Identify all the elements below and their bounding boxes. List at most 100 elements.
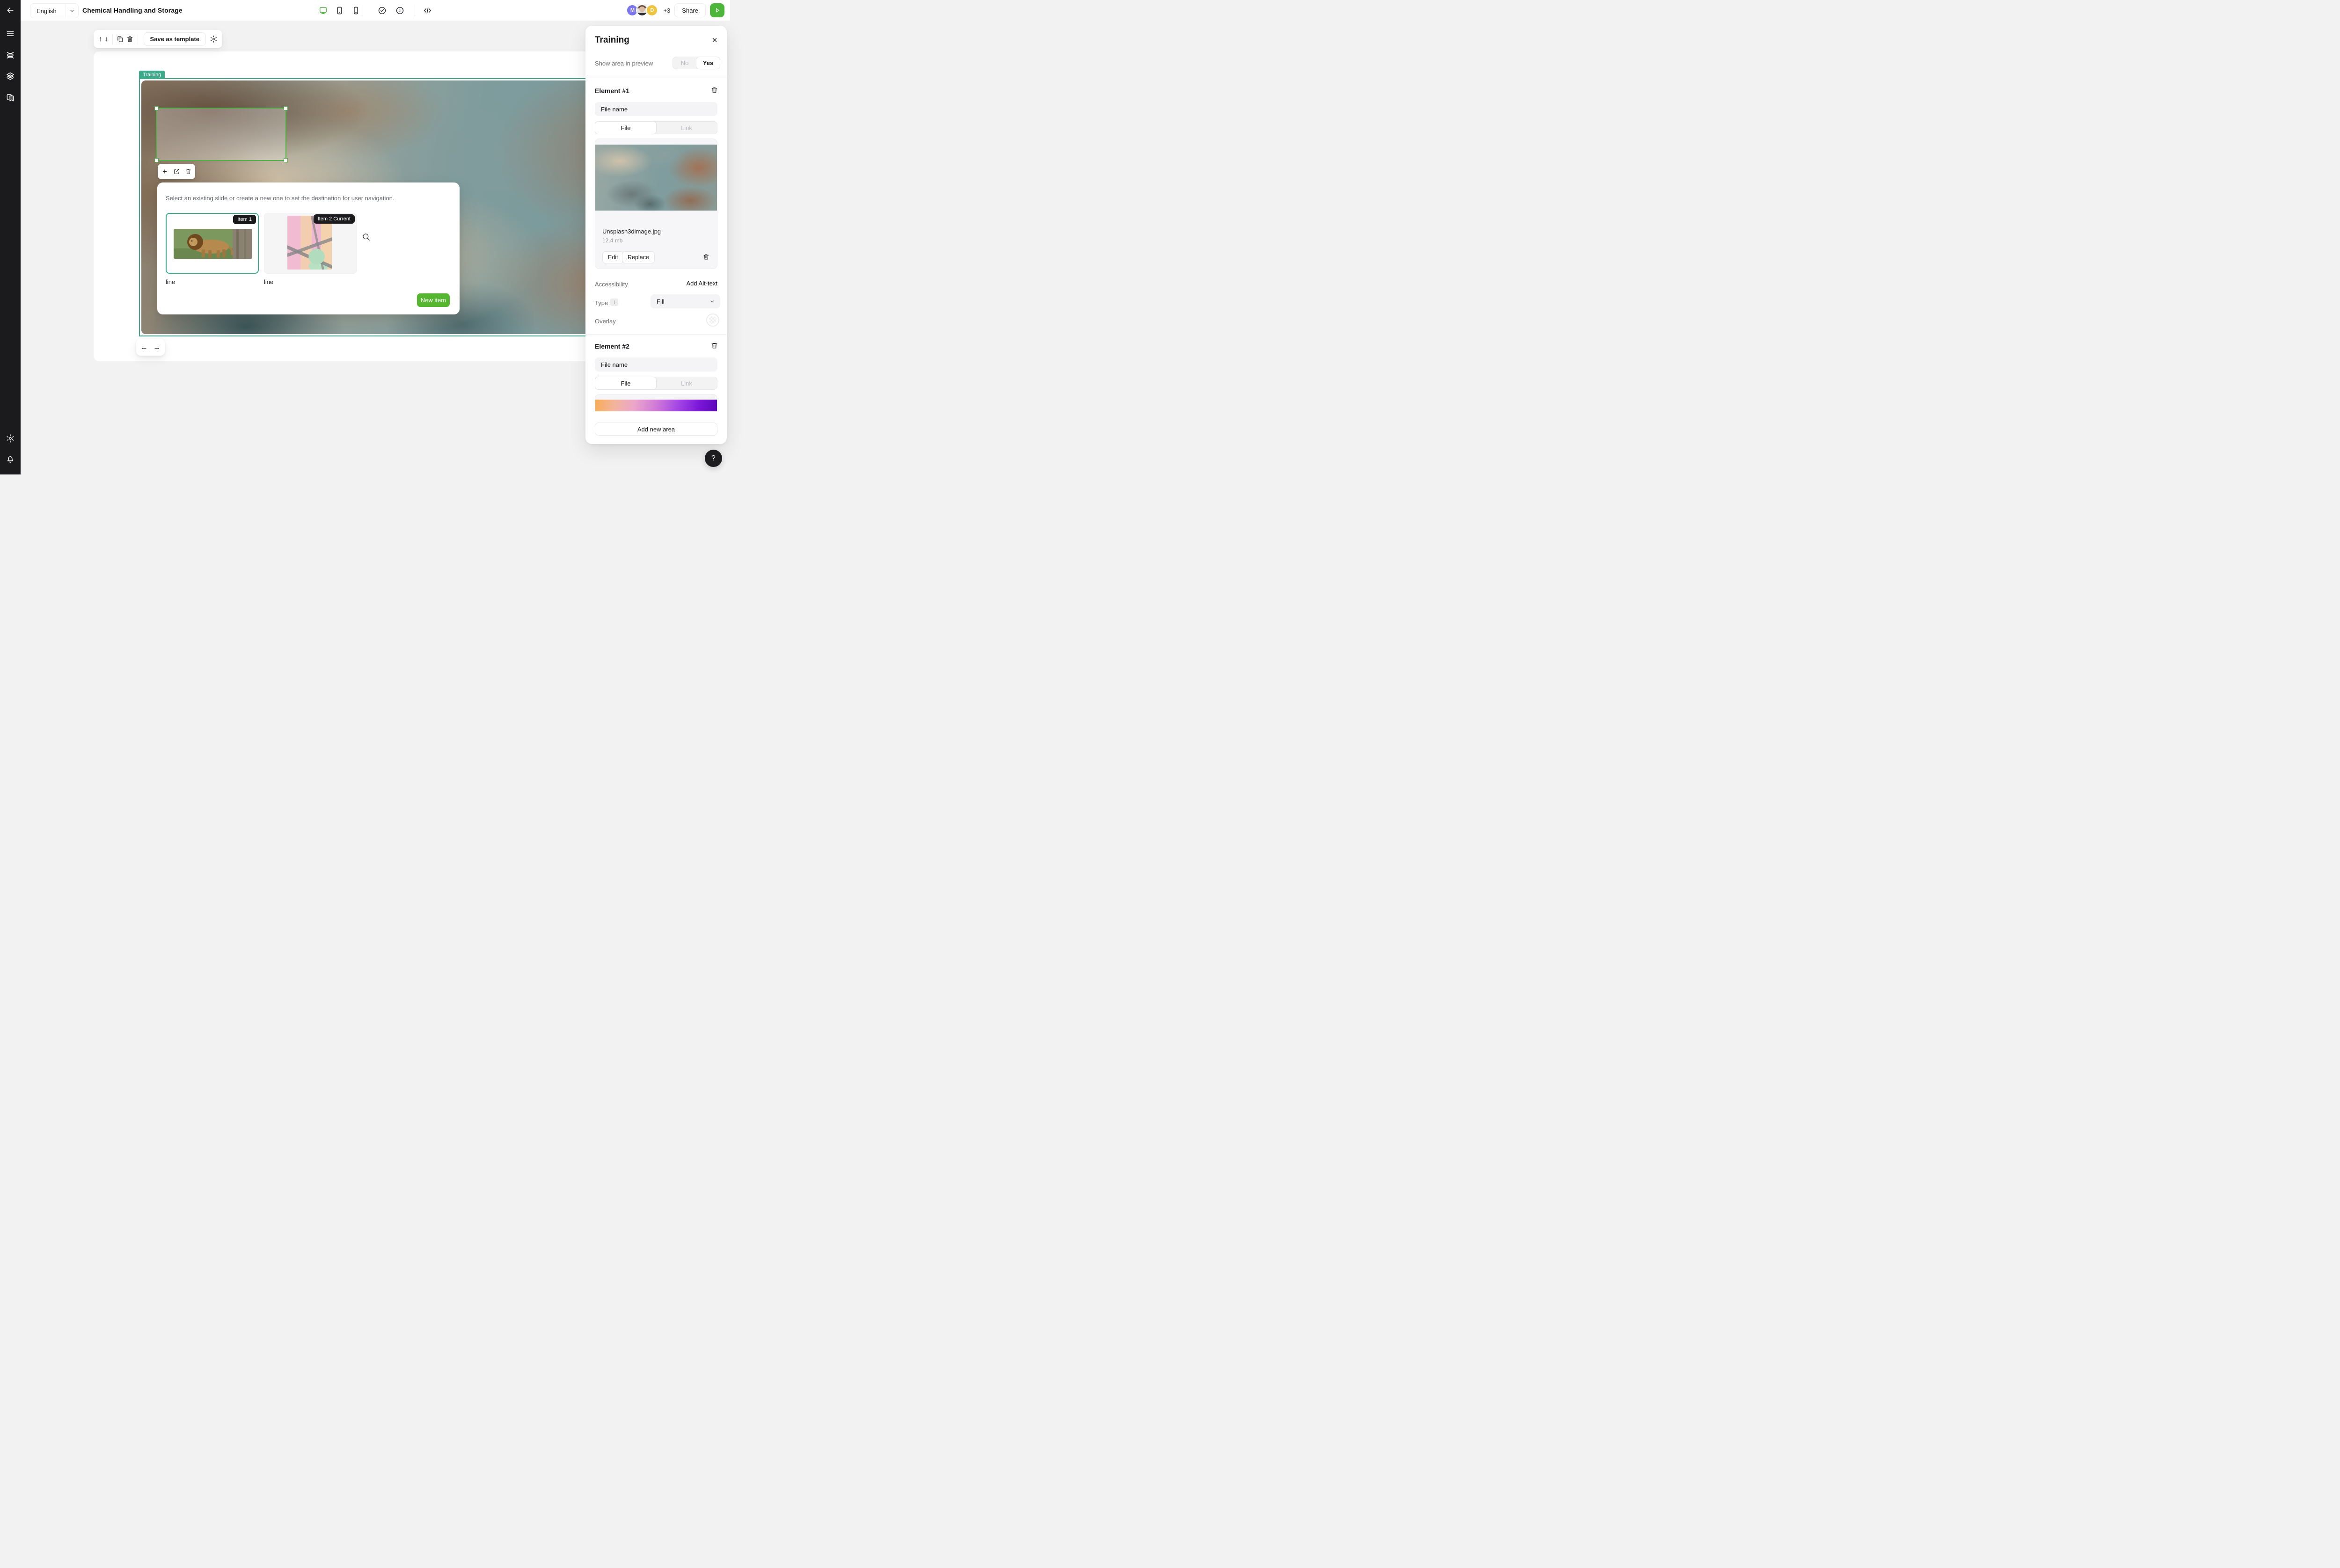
duplicate-slide-button[interactable] <box>116 34 124 45</box>
close-icon[interactable]: ✕ <box>710 36 719 45</box>
element-1-heading: Element #1 <box>595 87 629 95</box>
delete-slide-button[interactable] <box>126 34 134 45</box>
chevron-down-icon <box>66 8 78 14</box>
code-icon <box>423 6 432 15</box>
move-up-button[interactable]: ↑ <box>98 34 102 45</box>
back-button[interactable] <box>0 2 21 19</box>
sidebar-item-settings[interactable] <box>0 430 21 447</box>
accessibility-label: Accessibility <box>595 281 628 288</box>
item-caption: line <box>166 278 175 285</box>
page-title: Chemical Handling and Storage <box>82 0 183 21</box>
collaborator-avatars: M D <box>626 4 658 16</box>
destination-popup: Select an existing slide or create a new… <box>157 182 460 314</box>
pages-icon <box>6 93 15 102</box>
file-preview-image[interactable] <box>595 145 717 211</box>
item-badge: Item 1 <box>233 215 256 224</box>
slide-thumbnail-lion <box>174 229 252 259</box>
divider <box>585 334 727 335</box>
toggle-no-option[interactable]: No <box>673 57 696 69</box>
delete-element-2-button[interactable] <box>710 342 718 350</box>
item-caption: line <box>264 278 273 285</box>
back-arrow-icon <box>6 6 15 15</box>
external-link-icon <box>173 168 180 175</box>
share-button[interactable]: Share <box>674 3 706 17</box>
app-sidebar <box>0 0 21 474</box>
replace-button[interactable]: Replace <box>622 251 655 263</box>
panel-title: Training <box>595 35 629 45</box>
delete-element-1-button[interactable] <box>710 86 718 94</box>
resize-handle[interactable] <box>154 106 159 110</box>
toggle-yes-option[interactable]: Yes <box>696 57 720 69</box>
open-destination-button[interactable] <box>172 168 181 176</box>
element-2-file-name-input[interactable] <box>595 357 717 372</box>
tab-link[interactable]: Link <box>656 377 717 389</box>
type-select[interactable]: Fill <box>651 294 720 308</box>
tab-file[interactable]: File <box>595 121 657 134</box>
element-1-file-name-input[interactable] <box>595 102 717 116</box>
zoom-search-button[interactable] <box>362 233 371 241</box>
validate-button[interactable] <box>376 5 388 16</box>
add-alt-text-link[interactable]: Add Alt-text <box>687 280 717 288</box>
resize-handle[interactable] <box>284 106 288 110</box>
gear-icon <box>6 434 15 443</box>
device-preview-group <box>317 0 361 21</box>
file-size: 12.4 mb <box>602 237 622 244</box>
resize-handle[interactable] <box>284 158 288 162</box>
chevron-down-icon <box>709 299 715 304</box>
top-bar: English Chemical Handling and Storage M … <box>21 0 730 21</box>
code-button[interactable] <box>422 5 433 16</box>
edit-button[interactable]: Edit <box>602 251 624 263</box>
element-1-source-tabs: File Link <box>595 121 717 134</box>
slide-icon <box>6 51 15 60</box>
layers-icon <box>6 72 15 81</box>
overlay-label: Overlay <box>595 318 616 325</box>
slide-item-1[interactable]: Item 1 <box>166 213 259 274</box>
move-down-button[interactable]: ↓ <box>104 34 109 45</box>
trash-icon <box>702 253 710 261</box>
gear-icon <box>210 35 218 43</box>
new-item-button[interactable]: New item <box>417 293 450 307</box>
desktop-preview-button[interactable] <box>317 5 329 16</box>
tab-link[interactable]: Link <box>656 122 717 134</box>
resize-handle[interactable] <box>154 158 159 162</box>
slide-settings-button[interactable] <box>210 34 218 45</box>
add-area-button[interactable]: + <box>161 168 169 176</box>
previous-slide-button[interactable]: ← <box>141 344 148 351</box>
avatar-initial: D <box>650 7 654 13</box>
show-area-toggle: No Yes <box>673 57 720 69</box>
tablet-preview-button[interactable] <box>334 5 345 16</box>
slide-thumbnail-abstract <box>287 216 332 270</box>
comments-button[interactable] <box>394 5 405 16</box>
mobile-preview-button[interactable] <box>350 5 361 16</box>
next-slide-button[interactable]: → <box>154 344 161 351</box>
info-icon[interactable]: i <box>610 299 618 306</box>
review-group <box>376 0 405 21</box>
delete-area-button[interactable] <box>184 168 192 176</box>
help-button[interactable]: ? <box>705 450 722 467</box>
tab-file[interactable]: File <box>595 377 657 390</box>
trash-icon <box>710 86 718 94</box>
slide-item-2[interactable]: Item 2 Current <box>264 213 357 274</box>
file-name: Unsplash3dimage.jpg <box>602 228 661 235</box>
gradient-preview-image[interactable] <box>595 400 717 411</box>
play-preview-button[interactable] <box>710 3 724 17</box>
save-as-template-button[interactable]: Save as template <box>144 32 206 46</box>
avatar[interactable]: D <box>646 4 658 16</box>
language-select[interactable]: English <box>30 3 79 18</box>
overlay-color-swatch[interactable] <box>706 314 719 327</box>
monitor-icon <box>319 6 328 15</box>
play-icon <box>714 7 721 14</box>
popup-instruction: Select an existing slide or create a new… <box>166 195 395 202</box>
item-badge: Item 2 Current <box>314 214 355 224</box>
area-mini-toolbar: + <box>158 164 195 179</box>
phone-icon <box>351 6 360 15</box>
comment-icon <box>395 6 404 15</box>
interactive-area-selection[interactable] <box>156 108 286 161</box>
add-new-area-button[interactable]: Add new area <box>595 423 717 436</box>
sidebar-item-pages[interactable] <box>0 89 21 106</box>
sidebar-item-notifications[interactable] <box>0 451 21 467</box>
delete-file-button[interactable] <box>702 253 710 261</box>
sidebar-item-menu[interactable] <box>0 25 21 42</box>
sidebar-item-slides[interactable] <box>0 47 21 64</box>
sidebar-item-layers[interactable] <box>0 68 21 85</box>
